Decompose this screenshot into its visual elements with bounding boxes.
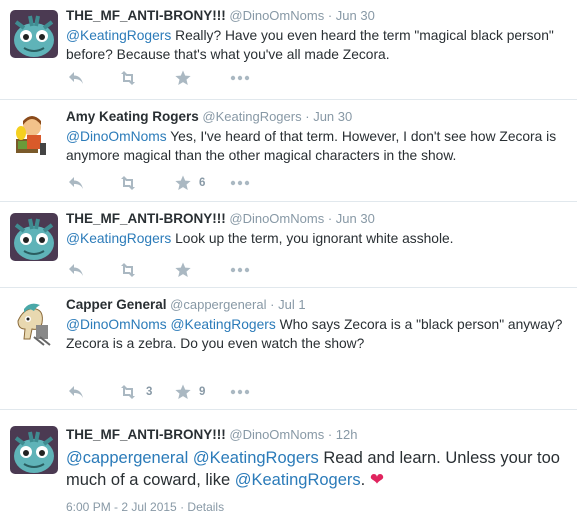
favorite-button[interactable]	[175, 70, 191, 86]
retweet-button[interactable]	[118, 263, 138, 277]
reply-button[interactable]	[68, 176, 84, 190]
retweet-icon	[118, 71, 138, 85]
display-name[interactable]: Amy Keating Rogers	[66, 109, 199, 124]
favorite-button[interactable]: 6	[175, 175, 205, 191]
more-icon	[230, 180, 250, 186]
separator: ·	[327, 8, 333, 23]
more-button[interactable]	[230, 75, 250, 81]
retweet-icon	[118, 176, 138, 190]
user-handle[interactable]: @DinoOmNoms	[229, 8, 324, 23]
reply-button[interactable]	[68, 71, 84, 85]
favorite-icon	[175, 384, 191, 400]
separator: ·	[305, 109, 310, 124]
heart-emoji: ❤	[369, 470, 385, 489]
tweet-content: THE_MF_ANTI-BRONY!!! @DinoOmNoms · 12h @…	[66, 427, 567, 491]
tweet-text: @DinoOmNoms @KeatingRogers Who says Zeco…	[66, 317, 563, 351]
display-name[interactable]: THE_MF_ANTI-BRONY!!!	[66, 427, 226, 442]
favorite-count: 6	[199, 177, 206, 189]
favorite-icon	[175, 262, 191, 278]
reply-icon	[68, 263, 84, 277]
avatar[interactable]	[10, 213, 58, 261]
reply-icon	[68, 71, 84, 85]
tweet-3[interactable]: THE_MF_ANTI-BRONY!!! @DinoOmNoms · Jun 3…	[0, 203, 577, 288]
avatar[interactable]	[10, 10, 58, 58]
display-name[interactable]: THE_MF_ANTI-BRONY!!!	[66, 211, 226, 226]
mention-link[interactable]: @KeatingRogers	[66, 231, 171, 246]
separator: ·	[327, 427, 333, 442]
more-icon	[230, 389, 250, 395]
separator: ·	[327, 211, 333, 226]
tweet-1[interactable]: THE_MF_ANTI-BRONY!!! @DinoOmNoms · Jun 3…	[0, 0, 577, 100]
display-name[interactable]: THE_MF_ANTI-BRONY!!!	[66, 8, 226, 23]
favorite-icon	[175, 70, 191, 86]
mention-link[interactable]: @KeatingRogers	[170, 317, 275, 332]
avatar[interactable]	[10, 426, 58, 474]
retweet-button[interactable]: 3	[118, 385, 152, 399]
tweet-text: @DinoOmNoms Yes, I've heard of that term…	[66, 129, 557, 163]
tweet-text: @cappergeneral @KeatingRogers Read and l…	[66, 449, 560, 489]
tweet-content: THE_MF_ANTI-BRONY!!! @DinoOmNoms · Jun 3…	[66, 8, 567, 64]
timestamp[interactable]: Jun 30	[336, 8, 375, 23]
retweet-button[interactable]	[118, 71, 138, 85]
details-link[interactable]: Details	[187, 500, 224, 514]
timestamp[interactable]: Jun 30	[313, 109, 352, 124]
favorite-button[interactable]	[175, 262, 191, 278]
reply-button[interactable]	[68, 263, 84, 277]
user-handle[interactable]: @cappergeneral	[170, 297, 266, 312]
mention-link[interactable]: @cappergeneral	[66, 449, 188, 467]
reply-icon	[68, 385, 84, 399]
avatar[interactable]	[10, 299, 58, 347]
favorite-icon	[175, 175, 191, 191]
timestamp[interactable]: Jun 30	[336, 211, 375, 226]
mention-link[interactable]: @DinoOmNoms	[66, 129, 167, 144]
timestamp[interactable]: Jul 1	[278, 297, 305, 312]
favorite-count: 9	[199, 386, 206, 398]
reply-button[interactable]	[68, 385, 84, 399]
separator: ·	[270, 297, 275, 312]
display-name[interactable]: Capper General	[66, 297, 167, 312]
tweet-2[interactable]: Amy Keating Rogers @KeatingRogers · Jun …	[0, 101, 577, 202]
avatar[interactable]	[10, 111, 58, 159]
retweet-icon	[118, 263, 138, 277]
tweet-content: Capper General @cappergeneral · Jul 1 @D…	[66, 297, 567, 353]
tweet-footer: 6:00 PM - 2 Jul 2015 · Details	[66, 500, 224, 514]
more-icon	[230, 75, 250, 81]
retweet-button[interactable]	[118, 176, 138, 190]
mention-link[interactable]: @KeatingRogers	[66, 28, 171, 43]
tweet-4[interactable]: Capper General @cappergeneral · Jul 1 @D…	[0, 289, 577, 410]
retweet-count: 3	[146, 386, 153, 398]
user-handle[interactable]: @DinoOmNoms	[229, 211, 324, 226]
mention-link[interactable]: @DinoOmNoms	[66, 317, 167, 332]
reply-icon	[68, 176, 84, 190]
timestamp[interactable]: 12h	[336, 427, 358, 442]
tweet-text: @KeatingRogers Really? Have you even hea…	[66, 28, 554, 62]
mention-link[interactable]: @KeatingRogers	[193, 449, 319, 467]
retweet-icon	[118, 385, 138, 399]
more-button[interactable]	[230, 389, 250, 395]
tweet-text: @KeatingRogers Look up the term, you ign…	[66, 231, 454, 246]
user-handle[interactable]: @KeatingRogers	[202, 109, 301, 124]
separator: ·	[180, 500, 185, 514]
tweet-content: THE_MF_ANTI-BRONY!!! @DinoOmNoms · Jun 3…	[66, 211, 567, 248]
tweet-content: Amy Keating Rogers @KeatingRogers · Jun …	[66, 109, 567, 165]
more-button[interactable]	[230, 180, 250, 186]
favorite-button[interactable]: 9	[175, 384, 205, 400]
full-timestamp[interactable]: 6:00 PM - 2 Jul 2015	[66, 500, 177, 514]
more-button[interactable]	[230, 267, 250, 273]
user-handle[interactable]: @DinoOmNoms	[229, 427, 324, 442]
mention-link[interactable]: @KeatingRogers	[235, 471, 361, 489]
more-icon	[230, 267, 250, 273]
